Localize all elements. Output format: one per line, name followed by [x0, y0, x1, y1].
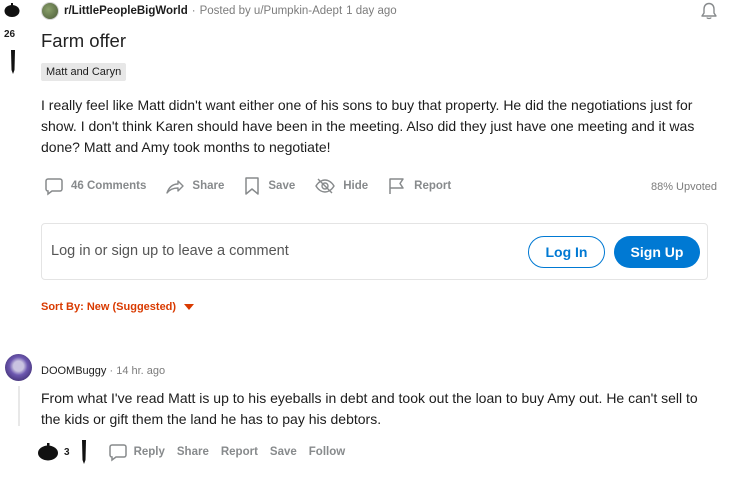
meta-separator: · [109, 365, 114, 377]
save-button[interactable]: Save [243, 176, 295, 196]
post-vote-count: 26 [4, 29, 16, 40]
comment-follow-button[interactable]: Follow [309, 446, 345, 458]
downvote-icon[interactable] [80, 440, 88, 464]
reply-button[interactable]: Reply [108, 442, 165, 462]
share-label: Share [192, 180, 225, 192]
post-actions: 46 Comments Share Save Hide Report [44, 175, 470, 197]
upvote-icon[interactable] [37, 443, 59, 461]
comment-icon [45, 178, 63, 196]
subreddit-icon[interactable] [41, 2, 59, 20]
upvote-icon[interactable] [4, 3, 20, 17]
meta-separator: · [191, 5, 196, 17]
comment-report-button[interactable]: Report [221, 446, 258, 458]
signup-button[interactable]: Sign Up [614, 236, 700, 268]
hide-button[interactable]: Hide [314, 176, 368, 196]
share-icon [166, 180, 185, 194]
post-meta: r/LittlePeopleBigWorld · Posted by u/Pum… [41, 2, 397, 20]
reply-label: Reply [133, 446, 165, 458]
comment-login-box: Log in or sign up to leave a comment Log… [41, 223, 708, 280]
comments-label: 46 Comments [71, 180, 147, 192]
comment-body: From what I've read Matt is up to his ey… [41, 390, 698, 427]
hide-label: Hide [343, 180, 369, 192]
comments-button[interactable]: 46 Comments [44, 176, 146, 196]
reply-icon [108, 444, 127, 462]
comment-save-button[interactable]: Save [270, 446, 297, 458]
report-icon [389, 178, 404, 194]
subreddit-link[interactable]: r/LittlePeopleBigWorld [64, 5, 188, 17]
login-prompt: Log in or sign up to leave a comment [51, 243, 289, 259]
chevron-down-icon [184, 304, 195, 310]
avatar[interactable] [5, 354, 32, 381]
post-body: I really feel like Matt didn't want eith… [41, 97, 695, 155]
downvote-icon[interactable] [9, 50, 17, 74]
share-button[interactable]: Share [165, 176, 224, 196]
report-label: Report [414, 180, 452, 192]
hide-icon [315, 178, 336, 194]
upvote-percentage: 88% Upvoted [650, 181, 717, 193]
login-button[interactable]: Log In [528, 236, 605, 268]
comment-meta: DOOMBuggy · 14 hr. ago [41, 365, 165, 377]
thread-line[interactable] [18, 386, 20, 426]
save-label: Save [268, 180, 296, 192]
post-time: 1 day ago [346, 5, 397, 17]
post-title[interactable]: Farm offer [41, 30, 126, 52]
save-icon [245, 177, 260, 195]
comment-author[interactable]: DOOMBuggy [41, 365, 106, 377]
comment-vote-count: 3 [64, 446, 70, 458]
sort-dropdown[interactable]: Sort By: New (Suggested) [41, 301, 195, 313]
posted-by[interactable]: Posted by u/Pumpkin-Adept [200, 5, 343, 17]
post-flair[interactable]: Matt and Caryn [41, 63, 127, 81]
bell-icon[interactable] [699, 1, 719, 21]
comment-share-button[interactable]: Share [177, 446, 209, 458]
comment-time: 14 hr. ago [116, 365, 166, 377]
report-button[interactable]: Report [387, 176, 451, 196]
sort-label: Sort By: New (Suggested) [41, 301, 177, 313]
comment-actions: 3 Reply Share Report Save Follow [37, 440, 357, 464]
